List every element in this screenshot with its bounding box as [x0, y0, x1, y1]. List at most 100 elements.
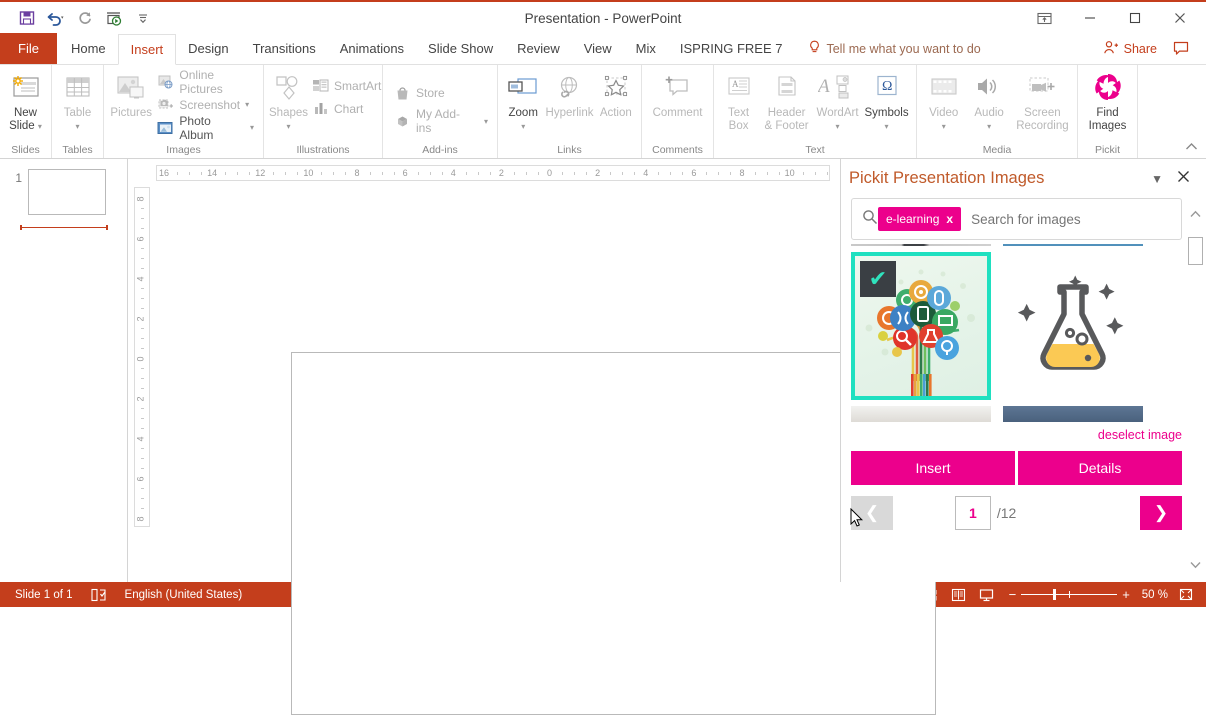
text-box-icon: A [725, 71, 753, 105]
gallery-thumb-partial-3[interactable] [851, 406, 991, 422]
group-label-slides: Slides [0, 144, 51, 159]
maximize-icon[interactable] [1112, 2, 1157, 34]
tab-design[interactable]: Design [176, 33, 240, 64]
comment-label: Comment [653, 107, 703, 120]
start-from-beginning-icon[interactable] [101, 6, 127, 30]
tab-mix[interactable]: Mix [624, 33, 668, 64]
audio-button[interactable]: Audio▾ [966, 68, 1011, 136]
tab-review[interactable]: Review [505, 33, 572, 64]
shapes-label: Shapes▾ [269, 107, 308, 133]
photo-album-button[interactable]: Photo Album ▾ [154, 116, 259, 139]
previous-page-button[interactable]: ❮ [851, 496, 893, 530]
ribbon-tab-bar: File Home Insert Design Transitions Anim… [0, 34, 1206, 65]
group-label-media: Media [917, 144, 1077, 159]
pickit-search-bar[interactable]: e-learning x [851, 198, 1182, 240]
slide-thumbnail-preview[interactable] [28, 169, 106, 215]
zoom-button[interactable]: Zoom▾ [502, 68, 544, 136]
insert-button[interactable]: Insert [851, 451, 1015, 485]
smartart-button[interactable]: SmartArt [309, 74, 386, 97]
gallery-thumb-flask[interactable] [1003, 252, 1143, 400]
tell-me-search[interactable]: Tell me what you want to do [808, 33, 980, 64]
tab-transitions[interactable]: Transitions [241, 33, 328, 64]
customize-qat-icon[interactable] [130, 6, 156, 30]
minimize-icon[interactable] [1067, 2, 1112, 34]
comment-button[interactable]: Comment [646, 68, 709, 123]
pickit-logo-icon [1090, 71, 1126, 105]
comment-icon [663, 71, 693, 105]
hruler-tick-label: 2 [595, 168, 600, 178]
comments-button[interactable] [1165, 41, 1198, 56]
screenshot-chevron-down-icon[interactable]: ▾ [245, 100, 249, 109]
scrollbar-track[interactable] [1187, 225, 1204, 560]
tab-home[interactable]: Home [59, 33, 118, 64]
text-box-button[interactable]: A TextBox [718, 68, 759, 136]
gallery-thumb-selected[interactable]: ✔ [851, 252, 991, 400]
header-footer-button[interactable]: Header& Footer [759, 68, 814, 136]
share-button[interactable]: Share [1095, 36, 1165, 62]
redo-icon[interactable] [72, 6, 98, 30]
vertical-ruler: 864202468 [134, 187, 150, 527]
search-tag-e-learning[interactable]: e-learning x [878, 207, 961, 231]
vruler-tick-label: 8 [136, 516, 146, 521]
wordart-button[interactable]: A WordArt▾ [814, 68, 861, 136]
scrollbar-thumb[interactable] [1188, 237, 1203, 265]
current-page-input[interactable]: 1 [955, 496, 991, 530]
online-pictures-button[interactable]: Online Pictures [154, 70, 259, 93]
zoom-icon [507, 71, 539, 105]
search-input[interactable] [971, 212, 1171, 227]
store-button[interactable]: Store [391, 79, 493, 107]
tab-ispring-free-7[interactable]: ISPRING FREE 7 [668, 33, 795, 64]
slide-editor: 1614121086420246810121416 864202468 [128, 159, 840, 582]
slide-number: 1 [10, 169, 22, 215]
photo-album-chevron-down-icon[interactable]: ▾ [250, 123, 254, 132]
gallery-thumb-partial-1[interactable] [851, 244, 991, 246]
gallery-thumb-partial-2[interactable] [1003, 244, 1143, 246]
symbols-label: Symbols▾ [864, 107, 908, 133]
pickit-image-grid: ✔ [851, 244, 1182, 424]
undo-icon[interactable] [43, 6, 69, 30]
pictures-button[interactable]: Pictures [108, 68, 154, 123]
pickit-panel-close-icon[interactable] [1171, 170, 1196, 187]
hyperlink-button[interactable]: Hyperlink [544, 68, 594, 123]
lightbulb-icon [808, 40, 821, 58]
selected-checkmark-icon[interactable]: ✔ [860, 261, 896, 297]
collapse-ribbon-icon[interactable] [1181, 140, 1202, 156]
vruler-tick-label: 0 [136, 356, 146, 361]
find-images-button[interactable]: FindImages [1082, 68, 1133, 136]
search-tag-remove-icon[interactable]: x [946, 212, 953, 226]
shapes-button[interactable]: Shapes▾ [268, 68, 309, 136]
pickit-panel-options-chevron-down-icon[interactable]: ▼ [1143, 172, 1171, 186]
tab-view[interactable]: View [572, 33, 624, 64]
ribbon-display-options-icon[interactable] [1022, 2, 1067, 34]
new-slide-button[interactable]: NewSlide ▾ [4, 68, 47, 136]
close-icon[interactable] [1157, 2, 1202, 34]
pickit-scrollbar[interactable] [1187, 209, 1204, 576]
chart-button[interactable]: Chart [309, 97, 386, 120]
gallery-thumb-partial-4[interactable] [1003, 406, 1143, 422]
vruler-tick-label: 6 [136, 476, 146, 481]
tab-animations[interactable]: Animations [328, 33, 416, 64]
slide-thumbnail-1[interactable]: 1 [0, 169, 127, 215]
tab-insert[interactable]: Insert [118, 34, 177, 65]
tab-file[interactable]: File [0, 33, 57, 64]
screen-recording-button[interactable]: ScreenRecording [1012, 68, 1073, 136]
next-page-button[interactable]: ❯ [1140, 496, 1182, 530]
table-button[interactable]: Table▾ [56, 68, 99, 136]
window-controls [1022, 2, 1206, 34]
scroll-up-icon[interactable] [1190, 209, 1201, 225]
details-button[interactable]: Details [1018, 451, 1182, 485]
symbols-button[interactable]: Ω Symbols▾ [861, 68, 912, 136]
save-icon[interactable] [14, 6, 40, 30]
header-footer-icon [774, 71, 800, 105]
scroll-down-icon[interactable] [1190, 560, 1201, 576]
tab-slide-show[interactable]: Slide Show [416, 33, 505, 64]
action-button[interactable]: Action [595, 68, 637, 123]
hruler-tick-label: 10 [303, 168, 313, 178]
table-label: Table▾ [64, 107, 92, 133]
hruler-tick-label: 4 [643, 168, 648, 178]
my-addins-button[interactable]: My Add-ins ▾ [391, 107, 493, 135]
quick-access-toolbar [0, 6, 156, 30]
my-addins-chevron-down-icon[interactable]: ▾ [484, 117, 488, 126]
video-button[interactable]: Video▾ [921, 68, 966, 136]
deselect-image-link[interactable]: deselect image [841, 428, 1182, 442]
